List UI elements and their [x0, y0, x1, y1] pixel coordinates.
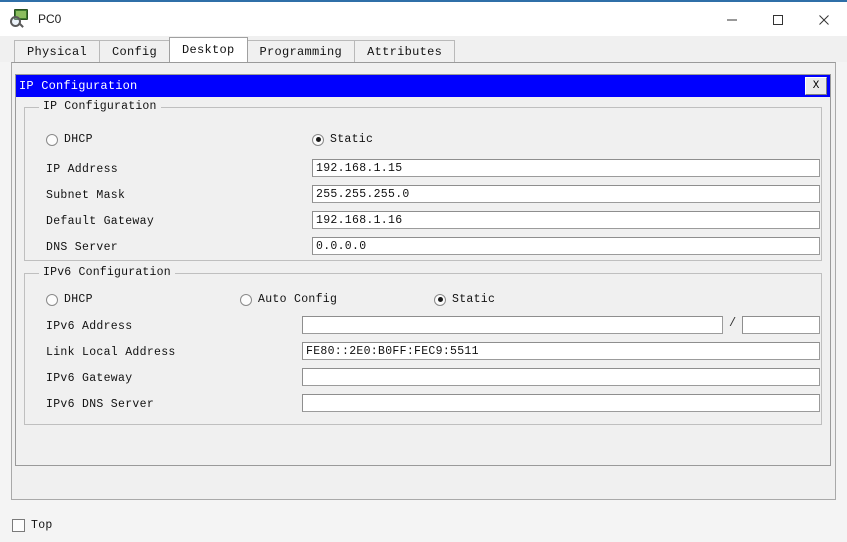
- close-icon[interactable]: [801, 2, 847, 38]
- ip-configuration-window: IP Configuration X IP Configuration DHCP…: [15, 74, 831, 466]
- ip-configuration-close-label: X: [812, 80, 820, 92]
- footer-bar: Top: [0, 508, 847, 542]
- ipv6-address-label: IPv6 Address: [46, 320, 133, 333]
- ip-configuration-body: IP Configuration DHCP Static IP Address …: [16, 97, 830, 465]
- tab-desktop[interactable]: Desktop: [169, 37, 248, 62]
- dns-server-input[interactable]: 0.0.0.0: [312, 237, 820, 255]
- window-title: PC0: [38, 12, 62, 26]
- ip-configuration-title: IP Configuration: [19, 79, 138, 93]
- ipv6-static-radio[interactable]: Static: [434, 293, 495, 306]
- ipv4-static-label: Static: [330, 133, 374, 146]
- packet-tracer-device-window: PC0 Physical Config Desktop Programming …: [0, 0, 847, 542]
- ipv6-prefix-separator: /: [729, 316, 737, 330]
- ipv6-dhcp-label: DHCP: [64, 293, 93, 306]
- ipv6-address-input[interactable]: [302, 316, 723, 334]
- ipv4-static-radio[interactable]: Static: [312, 133, 373, 146]
- minimize-icon[interactable]: [709, 2, 755, 38]
- ipv6-static-radio-indicator: [434, 293, 446, 306]
- tab-physical[interactable]: Physical: [14, 40, 101, 62]
- tab-programming[interactable]: Programming: [246, 40, 356, 62]
- ip-configuration-titlebar: IP Configuration X: [16, 75, 830, 97]
- ipv6-group-legend: IPv6 Configuration: [39, 266, 175, 279]
- default-gateway-label: Default Gateway: [46, 215, 155, 228]
- link-local-address-value: FE80::2E0:B0FF:FEC9:5511: [306, 344, 479, 358]
- link-local-address-input[interactable]: FE80::2E0:B0FF:FEC9:5511: [302, 342, 820, 360]
- ip-configuration-close-button[interactable]: X: [805, 77, 827, 95]
- link-local-address-label: Link Local Address: [46, 346, 176, 359]
- ip-address-value: 192.168.1.15: [316, 161, 403, 175]
- window-titlebar: PC0: [0, 0, 847, 36]
- default-gateway-value: 192.168.1.16: [316, 213, 403, 227]
- ipv6-gateway-input[interactable]: [302, 368, 820, 386]
- tab-bar: Physical Config Desktop Programming Attr…: [0, 36, 847, 62]
- ipv6-dhcp-radio-indicator: [46, 293, 58, 306]
- dns-server-value: 0.0.0.0: [316, 239, 367, 253]
- tab-desktop-label: Desktop: [182, 43, 235, 57]
- top-checkbox[interactable]: [12, 518, 25, 532]
- tab-attributes[interactable]: Attributes: [354, 40, 456, 62]
- ipv6-auto-config-label: Auto Config: [258, 293, 338, 306]
- top-checkbox-label: Top: [31, 518, 53, 532]
- maximize-icon[interactable]: [755, 2, 801, 38]
- ipv4-dhcp-label: DHCP: [64, 133, 93, 146]
- tab-physical-label: Physical: [27, 44, 88, 59]
- ipv6-gateway-label: IPv6 Gateway: [46, 372, 133, 385]
- ipv6-dhcp-radio[interactable]: DHCP: [46, 293, 93, 306]
- default-gateway-input[interactable]: 192.168.1.16: [312, 211, 820, 229]
- ipv4-group-legend: IP Configuration: [39, 100, 161, 113]
- ipv4-dhcp-radio[interactable]: DHCP: [46, 133, 93, 146]
- ip-address-input[interactable]: 192.168.1.15: [312, 159, 820, 177]
- ipv4-static-radio-indicator: [312, 133, 324, 146]
- tab-attributes-label: Attributes: [367, 44, 443, 59]
- tab-programming-label: Programming: [259, 44, 343, 59]
- ipv6-dns-server-label: IPv6 DNS Server: [46, 398, 155, 411]
- window-controls: [709, 2, 847, 38]
- subnet-mask-value: 255.255.255.0: [316, 187, 410, 201]
- ipv6-dns-server-input[interactable]: [302, 394, 820, 412]
- desktop-panel: IP Configuration X IP Configuration DHCP…: [11, 62, 836, 500]
- tab-config[interactable]: Config: [99, 40, 171, 62]
- tab-config-label: Config: [112, 44, 158, 59]
- ip-address-label: IP Address: [46, 163, 119, 176]
- ipv6-prefix-input[interactable]: [742, 316, 820, 334]
- subnet-mask-label: Subnet Mask: [46, 189, 126, 202]
- subnet-mask-input[interactable]: 255.255.255.0: [312, 185, 820, 203]
- ipv6-static-label: Static: [452, 293, 496, 306]
- ipv6-auto-config-radio-indicator: [240, 293, 252, 306]
- ipv6-auto-config-radio[interactable]: Auto Config: [240, 293, 337, 306]
- pc-magnifier-icon: [10, 8, 32, 30]
- ipv4-dhcp-radio-indicator: [46, 133, 58, 146]
- dns-server-label: DNS Server: [46, 241, 119, 254]
